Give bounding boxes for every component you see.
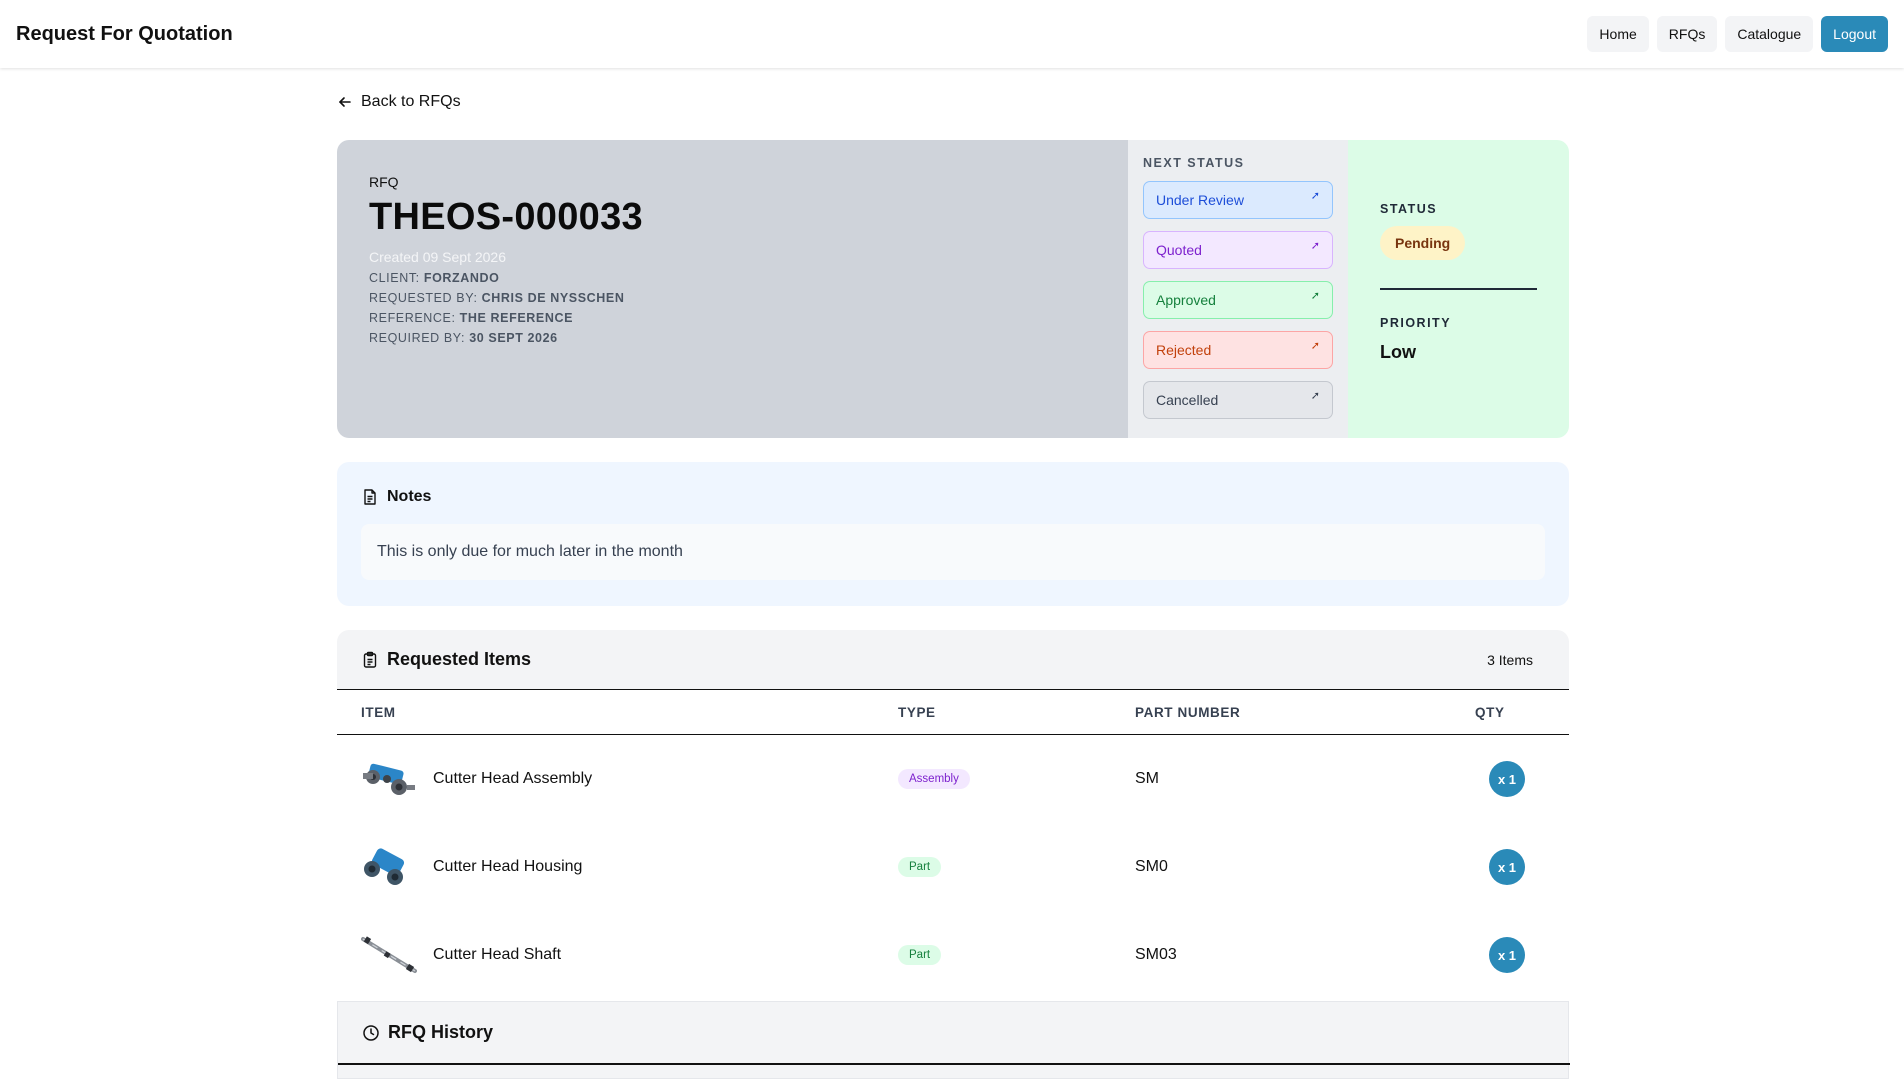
- rfq-reference: REFERENCE: THE REFERENCE: [369, 311, 1096, 325]
- status-option-label: Under Review: [1156, 192, 1244, 208]
- cutter-head-housing-image: [364, 848, 405, 885]
- notes-card: Notes This is only due for much later in…: [337, 462, 1569, 606]
- rfq-label: RFQ: [369, 174, 399, 190]
- col-qty: QTY: [1475, 704, 1505, 720]
- cutter-head-assembly-image: [363, 763, 415, 795]
- notes-title: Notes: [387, 488, 432, 505]
- client-value: FORZANDO: [423, 271, 500, 285]
- item-name: Cutter Head Housing: [433, 858, 583, 875]
- type-badge: Part: [898, 857, 942, 877]
- required-by-value: 30 SEPT 2026: [469, 331, 558, 345]
- main-nav: Home RFQs Catalogue Logout: [1587, 16, 1888, 52]
- rfq-history-card: RFQ History: [337, 1001, 1570, 1079]
- top-navbar: Request For Quotation Home RFQs Catalogu…: [0, 0, 1904, 68]
- requested-by-key: REQUESTED BY:: [369, 291, 478, 305]
- qty-cell: x 1: [1455, 849, 1569, 885]
- item-name: Cutter Head Assembly: [433, 770, 593, 787]
- logout-button[interactable]: Logout: [1821, 16, 1888, 52]
- arrow-up-right-icon: ➚: [1310, 290, 1320, 302]
- history-divider: [338, 1063, 1570, 1065]
- notes-text: This is only due for much later in the m…: [361, 524, 1545, 580]
- back-link-label: Back to RFQs: [361, 93, 461, 110]
- qty-cell: x 1: [1455, 761, 1569, 797]
- clipboard-icon: [363, 651, 377, 668]
- rfq-history-header: RFQ History: [362, 1022, 493, 1043]
- next-status-panel: NEXT STATUS Under Review ➚ Quoted ➚ Appr…: [1128, 140, 1348, 438]
- type-cell: Part: [898, 857, 1135, 877]
- nav-rfqs-button[interactable]: RFQs: [1656, 16, 1718, 52]
- nav-catalogue-button[interactable]: Catalogue: [1725, 16, 1814, 52]
- requested-items-card: Requested Items 3 Items ITEM TYPE PART N…: [337, 630, 1569, 1002]
- qty-badge: x 1: [1489, 937, 1525, 973]
- items-count: 3 Items: [1487, 651, 1533, 668]
- status-rejected-button[interactable]: Rejected ➚: [1143, 331, 1333, 369]
- item-cell: Cutter Head Shaft: [361, 933, 898, 977]
- rfq-history-title: RFQ History: [388, 1022, 494, 1042]
- client-key: CLIENT:: [369, 271, 420, 285]
- status-cancelled-button[interactable]: Cancelled ➚: [1143, 381, 1333, 419]
- rfq-requested-by: REQUESTED BY: CHRIS DE NYSSCHEN: [369, 291, 1096, 305]
- status-panel: STATUS Pending PRIORITY Low: [1348, 140, 1569, 438]
- part-number: SM: [1135, 770, 1159, 787]
- type-badge: Part: [898, 945, 942, 965]
- requested-items-title: Requested Items: [387, 649, 532, 669]
- status-option-label: Rejected: [1156, 342, 1212, 358]
- type-cell: Part: [898, 945, 1135, 965]
- col-item: ITEM: [361, 704, 396, 720]
- requested-items-title-group: Requested Items: [361, 649, 531, 670]
- rfq-id: THEOS-000033: [369, 196, 643, 238]
- arrow-left-icon: [339, 97, 351, 107]
- nav-home-button[interactable]: Home: [1587, 16, 1649, 52]
- item-name: Cutter Head Shaft: [433, 946, 562, 963]
- status-title: STATUS: [1380, 202, 1438, 216]
- reference-value: THE REFERENCE: [459, 311, 574, 325]
- type-cell: Assembly: [898, 769, 1135, 789]
- priority-title: PRIORITY: [1380, 315, 1452, 330]
- status-badge: Pending: [1380, 226, 1466, 260]
- col-type: TYPE: [898, 704, 936, 720]
- status-option-label: Cancelled: [1156, 392, 1219, 408]
- rfq-header-card: RFQ THEOS-000033 Created 09 Sept 2026 CL…: [337, 140, 1569, 438]
- priority-value: Low: [1380, 341, 1416, 362]
- notes-header: Notes: [361, 488, 1545, 506]
- arrow-up-right-icon: ➚: [1310, 340, 1320, 352]
- part-number: SM03: [1135, 946, 1177, 963]
- app-title: Request For Quotation: [16, 22, 233, 45]
- rfq-client: CLIENT: FORZANDO: [369, 271, 1096, 285]
- part-number: SM0: [1135, 858, 1168, 875]
- col-part-number: PART NUMBER: [1135, 704, 1241, 720]
- type-badge: Assembly: [898, 769, 970, 789]
- clock-icon: [363, 1024, 379, 1041]
- requested-by-value: CHRIS DE NYSSCHEN: [481, 291, 625, 305]
- rfq-summary: RFQ THEOS-000033 Created 09 Sept 2026 CL…: [337, 140, 1128, 438]
- qty-badge: x 1: [1489, 761, 1525, 797]
- arrow-up-right-icon: ➚: [1310, 190, 1320, 202]
- status-divider: [1380, 288, 1537, 290]
- table-row[interactable]: Cutter Head Assembly Assembly SM x 1: [337, 735, 1569, 823]
- status-under-review-button[interactable]: Under Review ➚: [1143, 181, 1333, 219]
- items-table-header: ITEM TYPE PART NUMBER QTY: [337, 690, 1569, 735]
- item-cell: Cutter Head Assembly: [361, 757, 898, 801]
- table-row[interactable]: Cutter Head Housing Part SM0 x 1: [337, 823, 1569, 911]
- required-by-key: REQUIRED BY:: [369, 331, 466, 345]
- table-row[interactable]: Cutter Head Shaft Part SM03 x 1: [337, 911, 1569, 999]
- arrow-up-right-icon: ➚: [1310, 390, 1320, 402]
- arrow-up-right-icon: ➚: [1310, 240, 1320, 252]
- reference-key: REFERENCE:: [369, 311, 456, 325]
- status-quoted-button[interactable]: Quoted ➚: [1143, 231, 1333, 269]
- item-cell: Cutter Head Housing: [361, 845, 898, 889]
- status-option-label: Quoted: [1156, 242, 1202, 258]
- document-icon: [364, 489, 376, 505]
- status-approved-button[interactable]: Approved ➚: [1143, 281, 1333, 319]
- cutter-head-shaft-image: [361, 936, 417, 973]
- rfq-created-date: Created 09 Sept 2026: [369, 249, 506, 265]
- qty-badge: x 1: [1489, 849, 1525, 885]
- requested-items-header: Requested Items 3 Items: [337, 630, 1569, 690]
- rfq-required-by: REQUIRED BY: 30 SEPT 2026: [369, 331, 1096, 345]
- back-to-rfqs-link[interactable]: Back to RFQs: [337, 93, 461, 111]
- next-status-title: NEXT STATUS: [1143, 156, 1245, 170]
- qty-cell: x 1: [1455, 937, 1569, 973]
- status-option-label: Approved: [1156, 292, 1216, 308]
